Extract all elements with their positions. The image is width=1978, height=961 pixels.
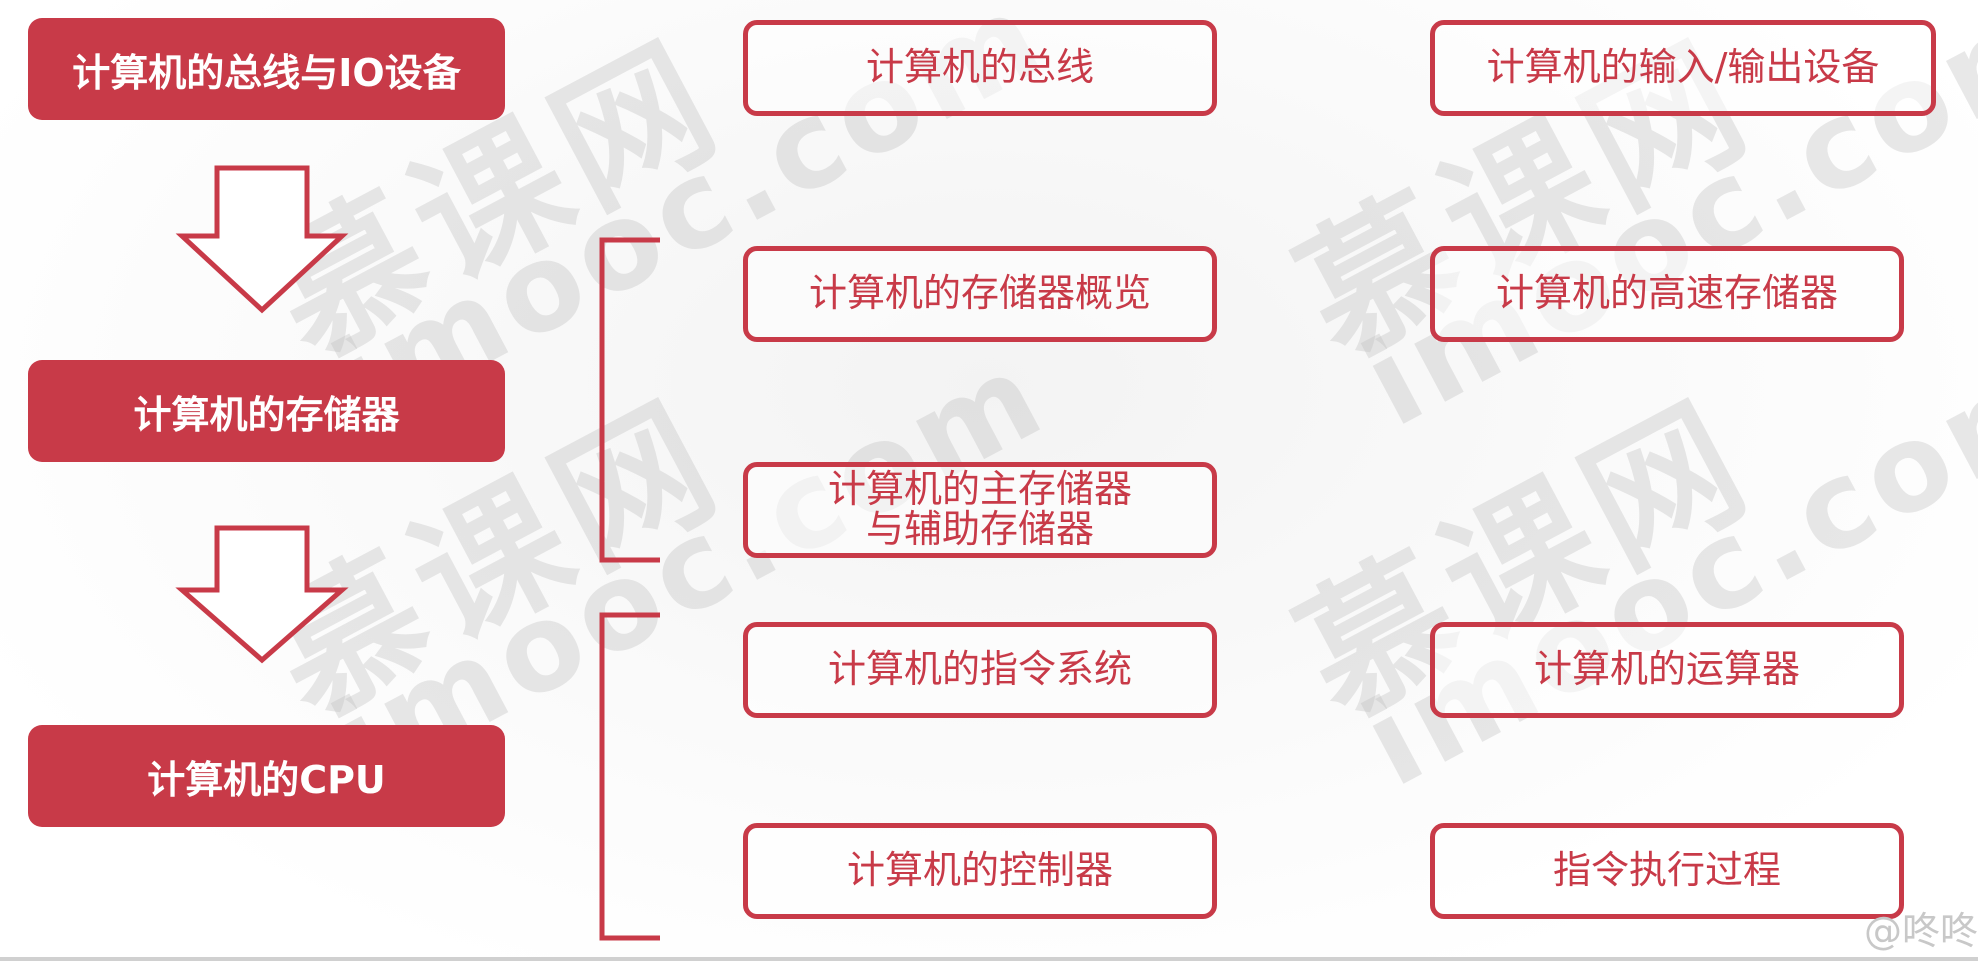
topic-main-storage-line1: 计算机的主存储器 [827,467,1132,512]
topic-instruction-system: 计算机的指令系统 [743,622,1217,718]
watermark-en: imooc.com [1343,324,1978,815]
topic-alu-label: 计算机的运算器 [1533,647,1800,692]
category-storage-label: 计算机的存储器 [133,392,400,437]
topic-io-label: 计算机的输入/输出设备 [1486,45,1880,90]
topic-main-storage: 计算机的主存储器 与辅助存储器 [743,462,1217,558]
category-storage: 计算机的存储器 [28,360,505,462]
topic-controller: 计算机的控制器 [743,823,1217,919]
category-cpu-label: 计算机的CPU [147,757,386,802]
topic-bus-label: 计算机的总线 [865,45,1094,90]
diagram-canvas: 慕课网 imooc.com 慕课网 imooc.com 慕课网 imooc.co… [0,0,1978,961]
topic-controller-label: 计算机的控制器 [846,848,1113,893]
topic-execution-label: 指令执行过程 [1552,848,1781,893]
topic-alu: 计算机的运算器 [1430,622,1904,718]
down-arrow-icon [175,165,349,314]
topic-cache-label: 计算机的高速存储器 [1495,271,1838,316]
topic-storage-overview-label: 计算机的存储器概览 [808,271,1151,316]
topic-cache: 计算机的高速存储器 [1430,246,1904,342]
topic-bus: 计算机的总线 [743,20,1217,116]
category-bus-io-label: 计算机的总线与IO设备 [72,50,461,95]
topic-instruction-system-label: 计算机的指令系统 [827,647,1132,692]
down-arrow-icon [175,525,349,664]
bracket-storage [599,237,660,563]
topic-storage-overview: 计算机的存储器概览 [743,246,1217,342]
topic-main-storage-line2: 与辅助存储器 [865,507,1094,551]
category-cpu: 计算机的CPU [28,725,505,827]
topic-io: 计算机的输入/输出设备 [1430,20,1936,116]
category-bus-io: 计算机的总线与IO设备 [28,18,505,120]
author-credit: @咚咚 [1863,909,1978,953]
topic-execution: 指令执行过程 [1430,823,1904,919]
bottom-divider [0,957,1978,961]
bracket-cpu [599,612,660,941]
